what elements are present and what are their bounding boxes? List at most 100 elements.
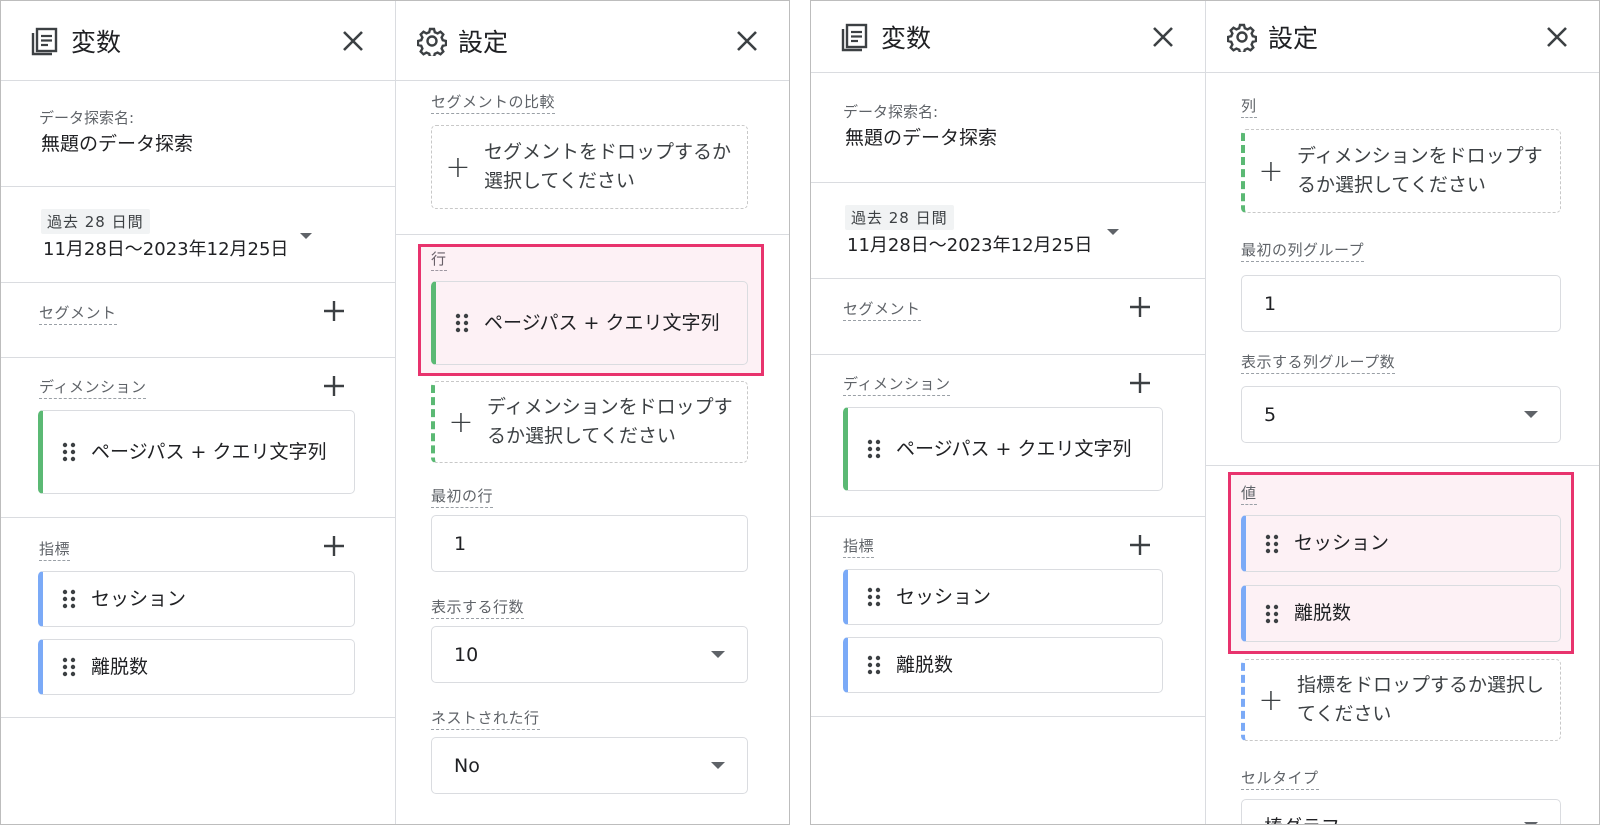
segments-section: セグメント	[811, 279, 1205, 355]
settings-panel: 設定 セグメントの比較 + セグメントをドロップするか選択してください 行 ペー…	[396, 1, 789, 824]
plus-icon[interactable]	[321, 298, 347, 324]
settings-header: 設定	[396, 1, 789, 81]
exploration-name[interactable]: 無題のデータ探索	[41, 129, 193, 156]
segments-section: セグメント	[1, 283, 395, 358]
nested-rows-label: ネストされた行	[431, 707, 540, 730]
variables-panel: 変数 データ探索名: 無題のデータ探索 過去 28 日間 11月28日〜2023…	[1, 1, 396, 824]
variables-icon	[27, 23, 63, 59]
first-group-label: 最初の列グループ	[1241, 239, 1365, 262]
dimension-chip-label: ページパス + クエリ文字列	[91, 440, 327, 463]
variables-panel: 変数 データ探索名: 無題のデータ探索 過去 28 日間 11月28日〜2023…	[811, 1, 1206, 824]
exploration-name-section: データ探索名: 無題のデータ探索	[811, 73, 1205, 183]
exploration-name-label: データ探索名:	[843, 103, 939, 121]
first-row-label: 最初の行	[431, 485, 494, 508]
metric-chip[interactable]: セッション	[38, 571, 355, 627]
groups-shown-select[interactable]: 5	[1241, 386, 1561, 443]
value-chip[interactable]: 離脱数	[1241, 585, 1561, 642]
columns-section: 列 + ディメンションをドロップするか選択してください 最初の列グループ 1 表…	[1206, 73, 1599, 466]
date-range-text[interactable]: 11月28日〜2023年12月25日	[847, 231, 1092, 257]
values-label: 値	[1241, 482, 1257, 505]
metric-dropzone[interactable]: + 指標をドロップするか選択してください	[1241, 659, 1561, 741]
drag-handle-icon[interactable]	[61, 587, 77, 611]
cell-type-value: 棒グラフ	[1264, 812, 1340, 824]
dropdown-arrow-icon	[1524, 411, 1538, 418]
plus-icon[interactable]	[1127, 294, 1153, 320]
dimensions-label: ディメンション	[39, 376, 147, 399]
date-range-section: 過去 28 日間 11月28日〜2023年12月25日	[1, 187, 395, 283]
segment-compare-section: セグメントの比較 + セグメントをドロップするか選択してください	[396, 81, 789, 235]
segment-drop-text: セグメントをドロップするか選択してください	[484, 141, 732, 192]
drag-handle-icon[interactable]	[454, 311, 470, 335]
plus-icon[interactable]	[321, 373, 347, 399]
variables-title: 変数	[881, 23, 932, 53]
first-group-input[interactable]: 1	[1241, 275, 1561, 332]
dimensions-section: ディメンション ページパス + クエリ文字列	[1, 358, 395, 518]
dimensions-label: ディメンション	[843, 373, 951, 396]
metric-chip-label: 離脱数	[91, 655, 149, 678]
plus-icon[interactable]	[321, 533, 347, 559]
variables-header: 変数	[1, 1, 395, 81]
gear-icon	[414, 23, 450, 59]
dropdown-arrow-icon[interactable]	[300, 233, 312, 239]
segment-dropzone[interactable]: + セグメントをドロップするか選択してください	[431, 125, 748, 209]
settings-header: 設定	[1206, 1, 1599, 73]
drag-handle-icon[interactable]	[1264, 602, 1280, 626]
close-icon[interactable]	[337, 25, 369, 57]
variables-header: 変数	[811, 1, 1205, 73]
dimension-chip-label: ページパス + クエリ文字列	[896, 437, 1132, 460]
settings-title: 設定	[1268, 23, 1319, 53]
dimension-drop-text: ディメンションをドロップするか選択してください	[1297, 145, 1543, 196]
close-icon[interactable]	[1541, 21, 1573, 53]
metric-chip-label: セッション	[896, 585, 992, 608]
metric-chip[interactable]: 離脱数	[38, 639, 355, 695]
drag-handle-icon[interactable]	[61, 440, 77, 464]
drag-handle-icon[interactable]	[866, 437, 882, 461]
plus-icon[interactable]	[1127, 532, 1153, 558]
row-chip-label: ページパス + クエリ文字列	[484, 311, 720, 334]
close-icon[interactable]	[1147, 21, 1179, 53]
plus-icon: +	[448, 404, 474, 440]
drag-handle-icon[interactable]	[61, 655, 77, 679]
row-dimension-chip[interactable]: ページパス + クエリ文字列	[431, 281, 748, 365]
first-row-input[interactable]: 1	[431, 515, 748, 572]
dimension-chip[interactable]: ページパス + クエリ文字列	[38, 410, 355, 494]
metrics-section: 指標 セッション 離脱数	[811, 517, 1205, 717]
column-dimension-dropzone[interactable]: + ディメンションをドロップするか選択してください	[1241, 129, 1561, 213]
metric-chip-label: 離脱数	[896, 653, 954, 676]
screenshot-left: 変数 データ探索名: 無題のデータ探索 過去 28 日間 11月28日〜2023…	[0, 0, 790, 825]
close-icon[interactable]	[731, 25, 763, 57]
metric-chip[interactable]: セッション	[843, 569, 1163, 625]
drag-handle-icon[interactable]	[1264, 532, 1280, 556]
first-group-value: 1	[1264, 292, 1277, 315]
dimension-chip[interactable]: ページパス + クエリ文字列	[843, 407, 1163, 491]
nested-rows-select[interactable]: No	[431, 737, 748, 794]
plus-icon: +	[445, 149, 471, 185]
screenshot-right: 変数 データ探索名: 無題のデータ探索 過去 28 日間 11月28日〜2023…	[810, 0, 1600, 825]
metrics-section: 指標 セッション 離脱数	[1, 518, 395, 718]
drag-handle-icon[interactable]	[866, 653, 882, 677]
nested-rows-value: No	[454, 754, 480, 777]
metrics-label: 指標	[39, 538, 71, 561]
rows-shown-select[interactable]: 10	[431, 626, 748, 683]
dropdown-arrow-icon	[711, 651, 725, 658]
plus-icon[interactable]	[1127, 370, 1153, 396]
dropdown-arrow-icon[interactable]	[1107, 229, 1119, 235]
date-range-text[interactable]: 11月28日〜2023年12月25日	[43, 235, 288, 261]
exploration-name-section: データ探索名: 無題のデータ探索	[1, 81, 395, 187]
cell-type-select[interactable]: 棒グラフ	[1241, 799, 1561, 824]
cell-type-label: セルタイプ	[1241, 767, 1319, 790]
row-dimension-dropzone[interactable]: + ディメンションをドロップするか選択してください	[431, 381, 748, 463]
metric-chip[interactable]: 離脱数	[843, 637, 1163, 693]
dropdown-arrow-icon	[711, 762, 725, 769]
date-preset-badge: 過去 28 日間	[845, 205, 954, 230]
rows-shown-label: 表示する行数	[431, 596, 525, 619]
metrics-label: 指標	[843, 535, 875, 558]
value-chip[interactable]: セッション	[1241, 515, 1561, 572]
first-row-value: 1	[454, 532, 467, 555]
drag-handle-icon[interactable]	[866, 585, 882, 609]
segment-compare-label: セグメントの比較	[431, 91, 556, 114]
rows-shown-value: 10	[454, 643, 479, 666]
exploration-name[interactable]: 無題のデータ探索	[845, 123, 997, 150]
settings-title: 設定	[458, 27, 509, 57]
dimensions-section: ディメンション ページパス + クエリ文字列	[811, 355, 1205, 517]
